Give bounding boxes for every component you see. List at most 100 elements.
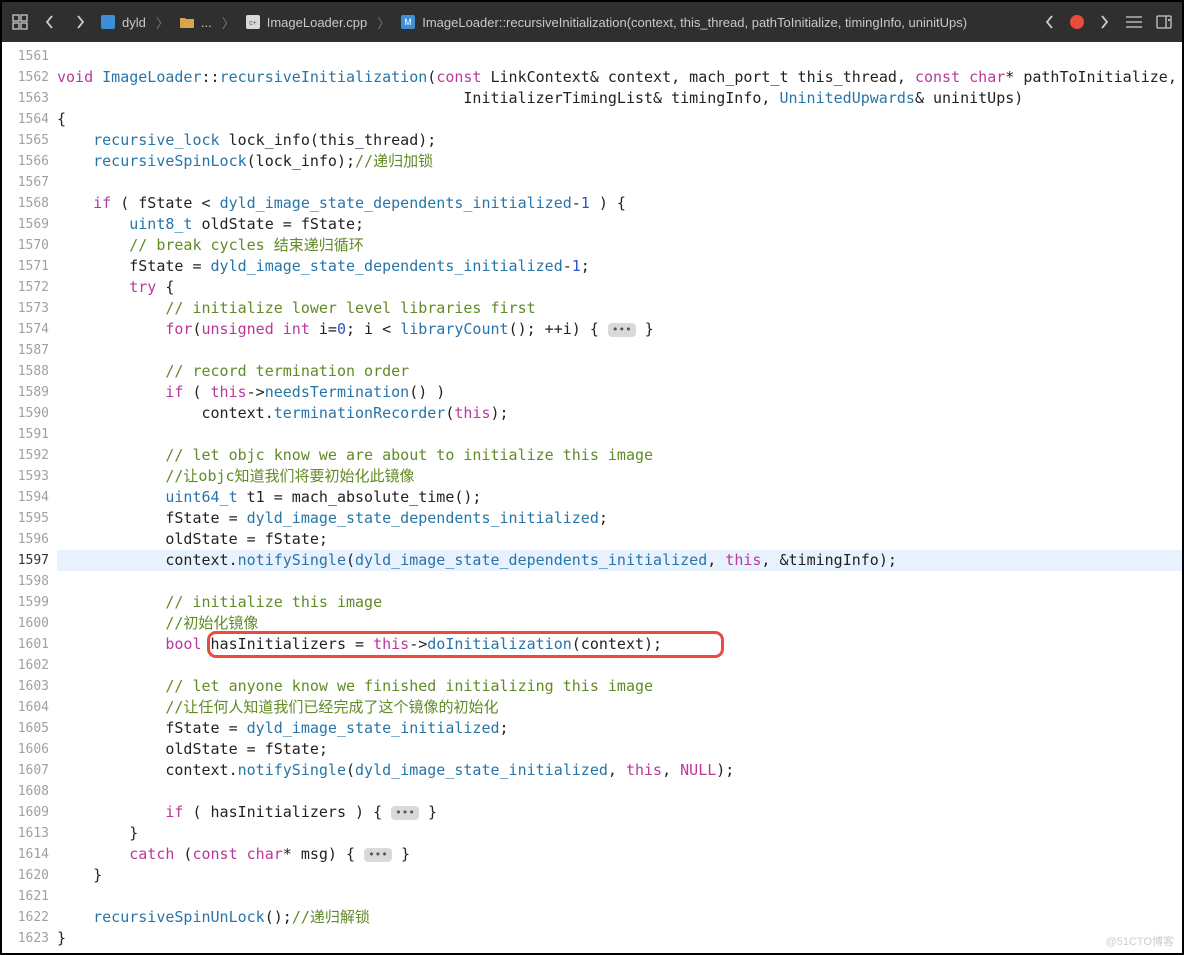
code-fold-icon[interactable]: ••• (608, 323, 636, 337)
code-line: // record termination order (57, 361, 1182, 382)
xcode-project-icon (100, 14, 116, 30)
code-line: // let anyone know we finished initializ… (57, 676, 1182, 697)
line-number: 1623 (2, 928, 49, 949)
line-number: 1593 (2, 466, 49, 487)
line-number: 1563 (2, 88, 49, 109)
issue-next[interactable] (1094, 12, 1114, 32)
code-line (57, 886, 1182, 907)
line-number: 1597 (2, 550, 49, 571)
nav-back[interactable] (40, 12, 60, 32)
line-number: 1592 (2, 445, 49, 466)
line-number: 1602 (2, 655, 49, 676)
issue-prev[interactable] (1040, 12, 1060, 32)
code-line: } (57, 823, 1182, 844)
line-number: 1565 (2, 130, 49, 151)
line-number: 1569 (2, 214, 49, 235)
line-number: 1596 (2, 529, 49, 550)
line-number: 1605 (2, 718, 49, 739)
code-line: if ( this->needsTermination() ) (57, 382, 1182, 403)
line-number: 1588 (2, 361, 49, 382)
svg-text:M: M (404, 17, 412, 27)
code-line: fState = dyld_image_state_initialized; (57, 718, 1182, 739)
line-number: 1613 (2, 823, 49, 844)
breadcrumb-toolbar: dyld 〉 ... 〉 c+ ImageLoader.cpp 〉 M Imag… (2, 2, 1182, 42)
line-number: 1604 (2, 697, 49, 718)
line-number: 1595 (2, 508, 49, 529)
code-line (57, 424, 1182, 445)
crumb-symbol-label: ImageLoader::recursiveInitialization(con… (422, 15, 967, 30)
line-number: 1621 (2, 886, 49, 907)
line-number: 1607 (2, 760, 49, 781)
line-number: 1573 (2, 298, 49, 319)
related-items-icon[interactable] (10, 12, 30, 32)
line-number: 1594 (2, 487, 49, 508)
code-line: context.notifySingle(dyld_image_state_in… (57, 760, 1182, 781)
code-line: // let objc know we are about to initial… (57, 445, 1182, 466)
line-number: 1606 (2, 739, 49, 760)
svg-text:c+: c+ (249, 20, 257, 27)
code-line (57, 340, 1182, 361)
code-line (57, 781, 1182, 802)
line-number: 1614 (2, 844, 49, 865)
code-line: oldState = fState; (57, 529, 1182, 550)
line-number: 1601 (2, 634, 49, 655)
crumb-project[interactable]: dyld (100, 14, 146, 30)
line-number: 1590 (2, 403, 49, 424)
code-line: for(unsigned int i=0; i < libraryCount()… (57, 319, 1182, 340)
code-line: fState = dyld_image_state_dependents_ini… (57, 256, 1182, 277)
code-fold-icon[interactable]: ••• (364, 848, 392, 862)
cpp-file-icon: c+ (245, 14, 261, 30)
line-number-gutter: 1561156215631564156515661567156815691570… (2, 42, 57, 953)
code-line: fState = dyld_image_state_dependents_ini… (57, 508, 1182, 529)
line-number: 1572 (2, 277, 49, 298)
crumb-ellipsis: ... (201, 15, 212, 30)
code-line: if ( fState < dyld_image_state_dependent… (57, 193, 1182, 214)
line-number: 1589 (2, 382, 49, 403)
line-number: 1567 (2, 172, 49, 193)
line-number: 1609 (2, 802, 49, 823)
code-line: try { (57, 277, 1182, 298)
code-line: // initialize this image (57, 592, 1182, 613)
code-line (57, 655, 1182, 676)
code-fold-icon[interactable]: ••• (391, 806, 419, 820)
code-line (57, 46, 1182, 67)
code-line: void ImageLoader::recursiveInitializatio… (57, 67, 1182, 88)
line-number: 1598 (2, 571, 49, 592)
code-line: recursiveSpinLock(lock_info);//递归加锁 (57, 151, 1182, 172)
code-line: //让任何人知道我们已经完成了这个镜像的初始化 (57, 697, 1182, 718)
line-number: 1620 (2, 865, 49, 886)
line-number: 1562 (2, 67, 49, 88)
code-line (57, 571, 1182, 592)
code-line: // break cycles 结束递归循环 (57, 235, 1182, 256)
line-number: 1571 (2, 256, 49, 277)
code-line: //让objc知道我们将要初始化此镜像 (57, 466, 1182, 487)
code-line: context.notifySingle(dyld_image_state_de… (57, 550, 1182, 571)
code-line: uint8_t oldState = fState; (57, 214, 1182, 235)
line-number: 1599 (2, 592, 49, 613)
code-line: recursive_lock lock_info(this_thread); (57, 130, 1182, 151)
adjust-editors-icon[interactable] (1124, 12, 1144, 32)
code-line: } (57, 928, 1182, 949)
line-number: 1574 (2, 319, 49, 340)
code-line: recursiveSpinUnLock();//递归解锁 (57, 907, 1182, 928)
code-area[interactable]: void ImageLoader::recursiveInitializatio… (57, 42, 1182, 953)
line-number: 1603 (2, 676, 49, 697)
nav-forward[interactable] (70, 12, 90, 32)
line-number: 1561 (2, 46, 49, 67)
crumb-file[interactable]: c+ ImageLoader.cpp (245, 14, 367, 30)
line-number: 1608 (2, 781, 49, 802)
folder-icon (179, 14, 195, 30)
code-editor[interactable]: 1561156215631564156515661567156815691570… (2, 42, 1182, 953)
crumb-folder[interactable]: ... (179, 14, 212, 30)
add-assistant-icon[interactable] (1154, 12, 1174, 32)
error-indicator-icon[interactable] (1070, 15, 1084, 29)
line-number: 1622 (2, 907, 49, 928)
method-icon: M (400, 14, 416, 30)
crumb-symbol[interactable]: M ImageLoader::recursiveInitialization(c… (400, 14, 967, 30)
line-number: 1600 (2, 613, 49, 634)
code-line: // initialize lower level libraries firs… (57, 298, 1182, 319)
code-line (57, 172, 1182, 193)
line-number: 1566 (2, 151, 49, 172)
code-line: } (57, 865, 1182, 886)
line-number: 1591 (2, 424, 49, 445)
